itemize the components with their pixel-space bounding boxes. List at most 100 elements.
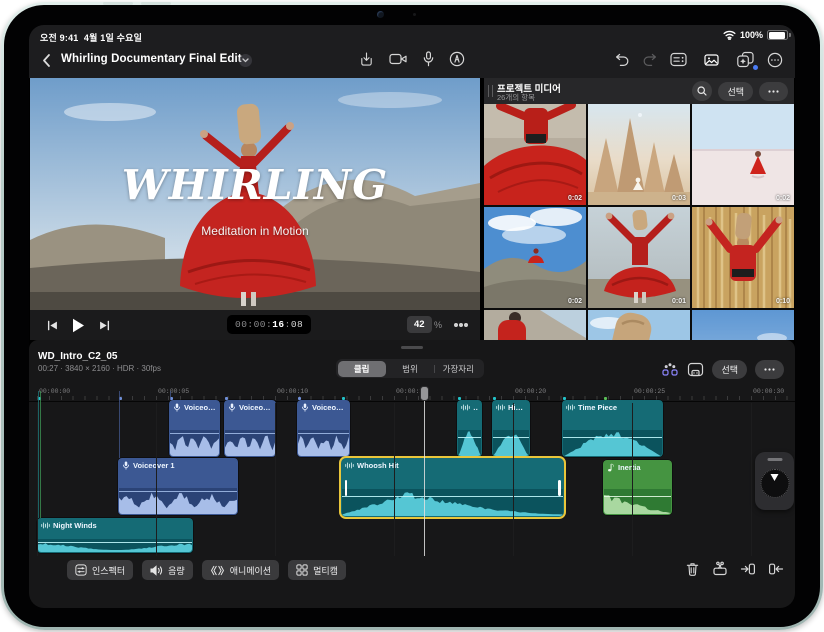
back-button[interactable] (41, 53, 51, 68)
project-media-panel: 프로젝트 미디어 26개의 항목 선택 0:02 0:03 0:02 0:02 0:01… (484, 78, 794, 340)
clip-label: Voiceover 2 (239, 403, 272, 412)
multicam-button[interactable]: 멀티캠 (288, 560, 346, 580)
audio-waveform-icon (496, 403, 505, 412)
timeline-project-name: WD_Intro_C2_05 (38, 351, 118, 362)
timeline-clip-voiceover-2[interactable]: Voiceover 2 (224, 400, 276, 457)
tab-range[interactable]: 범위 (386, 361, 434, 377)
insert-clip-button[interactable] (740, 561, 756, 577)
clip-duration: 0:02 (775, 195, 790, 202)
audio-waveform-icon (345, 461, 354, 470)
skip-to-start-button[interactable] (44, 310, 60, 340)
timeline-clip-high[interactable]: High… (492, 400, 530, 457)
redo-button[interactable] (642, 52, 658, 67)
media-select-button[interactable]: 선택 (718, 81, 753, 101)
timeline-clip-voiceover-2[interactable]: Voiceover 2 (169, 400, 220, 457)
trim-handle-right[interactable] (558, 479, 561, 496)
media-thumbnail-dancer-back[interactable]: 0:01 (588, 207, 690, 308)
gridline (632, 403, 633, 556)
animation-button[interactable]: 애니메이션 (201, 560, 280, 580)
playhead-line (424, 388, 425, 556)
search-button[interactable] (692, 81, 713, 101)
top-chrome: 오전 9:41 4월 1일 수요일 100% Whirling Document… (29, 25, 795, 78)
media-thumbnail-hills-clouds-dancer[interactable]: 0:02 (484, 207, 586, 308)
jog-wheel[interactable] (755, 452, 794, 510)
share-button[interactable] (359, 51, 374, 67)
connect-clips-button[interactable] (661, 362, 679, 377)
effects-button[interactable] (736, 51, 758, 70)
skip-to-end-button[interactable] (96, 310, 112, 340)
mic-icon (301, 403, 309, 412)
timeline-clip-time-piece[interactable]: Time Piece (562, 400, 663, 457)
playhead-handle[interactable] (420, 386, 429, 401)
media-thumbnail-hat-closeup[interactable] (588, 310, 690, 340)
timeline-clip-voiceover-1[interactable]: Voiceover 1 (118, 458, 238, 515)
media-thumbnail-salt-flat-dancer[interactable]: 0:02 (692, 104, 794, 205)
timeline-clip-[interactable]: … (457, 400, 482, 457)
more-button[interactable] (767, 52, 783, 68)
undo-button[interactable] (614, 52, 630, 67)
timecode-display[interactable]: 00:00: 16:08 (227, 315, 312, 334)
media-thumbnail-sky-clouds[interactable] (692, 310, 794, 340)
microphone-button[interactable] (423, 51, 434, 67)
media-thumbnail-rock-spires[interactable]: 0:03 (588, 104, 690, 205)
play-button[interactable] (68, 310, 88, 340)
light-sensor (413, 13, 416, 16)
trim-handle-left[interactable] (344, 479, 347, 496)
zoom-percent-sign: % (434, 320, 443, 330)
zoom-level[interactable]: 42 (407, 316, 432, 333)
clip-start-marker (604, 397, 607, 400)
viewer-more-button[interactable] (452, 310, 470, 340)
timeline-project-info: 00:27 · 3840 × 2160 · HDR · 30fps (38, 364, 161, 373)
jog-knob[interactable] (760, 469, 789, 498)
apple-pencil-button[interactable] (449, 51, 465, 67)
project-title[interactable]: Whirling Documentary Final Edit (61, 53, 242, 65)
timeline-clip-whoosh-hit[interactable]: Whoosh Hit (341, 458, 564, 517)
media-browser-button[interactable] (699, 50, 724, 69)
clip-duration: 0:03 (671, 195, 686, 202)
tab-edge[interactable]: 가장자리 (434, 361, 482, 377)
clip-label: Inertia (618, 463, 641, 472)
title-chevron-down-icon[interactable] (239, 54, 252, 67)
front-camera (377, 11, 384, 18)
media-more-button[interactable] (759, 81, 788, 101)
clip-start-marker (493, 397, 496, 400)
camera-button[interactable] (389, 52, 408, 66)
clip-label: Voiceover 2 (184, 403, 216, 412)
blade-split-button[interactable] (712, 561, 728, 577)
timeline-clip-voiceover-3[interactable]: Voiceover 3 (297, 400, 350, 457)
media-thumbnail-hills-red-figure[interactable] (484, 310, 586, 340)
clip-label: Night Winds (53, 521, 97, 530)
index-panel-button[interactable] (670, 52, 687, 67)
bottom-toolbar: 인스펙터 음량 애니메이션 멀티캠 (29, 558, 795, 586)
tab-clip[interactable]: 클립 (337, 360, 386, 377)
clip-connection-line (118, 391, 120, 458)
audio-waveform-icon (41, 521, 50, 530)
timeline-ruler[interactable]: 00:00:00 00:00:05 00:00:10 00:00:15 00:00:20… (29, 386, 795, 402)
ruler-label: 00:00:30 (753, 388, 785, 395)
timeline-clip-night-winds[interactable]: Night Winds (37, 518, 193, 553)
trash-button[interactable] (685, 561, 700, 577)
ruler-label: 00:00:25 (634, 388, 666, 395)
overlay-view-button[interactable] (687, 362, 704, 377)
media-item-count: 26개의 항목 (497, 93, 536, 102)
audio-waveform-icon (461, 403, 470, 412)
status-time-date: 오전 9:41 4월 1일 수요일 (40, 33, 143, 43)
timeline-more-button[interactable] (755, 359, 784, 379)
panel-grip-icon[interactable] (488, 85, 493, 97)
clip-start-marker (458, 397, 461, 400)
inspector-button[interactable]: 인스펙터 (67, 560, 134, 580)
media-grid: 0:02 0:03 0:02 0:02 0:01 0:10 (484, 104, 794, 340)
viewer[interactable]: WHIRLING Meditation in Motion (30, 78, 480, 310)
timeline-drag-handle[interactable] (401, 346, 423, 349)
clip-label: Voiceover 1 (133, 461, 175, 470)
media-thumbnail-red-swirl-closeup[interactable]: 0:02 (484, 104, 586, 205)
notification-dot (753, 65, 758, 70)
append-clip-button[interactable] (768, 561, 784, 577)
ruler-label: 00:00:20 (515, 388, 547, 395)
gridline (156, 403, 157, 556)
timeline-clip-inertia[interactable]: Inertia (603, 460, 672, 515)
media-thumbnail-wheat-field-man[interactable]: 0:10 (692, 207, 794, 308)
volume-button[interactable]: 음량 (142, 560, 193, 580)
timeline-select-button[interactable]: 선택 (712, 359, 747, 379)
jog-grip-icon (767, 458, 782, 461)
